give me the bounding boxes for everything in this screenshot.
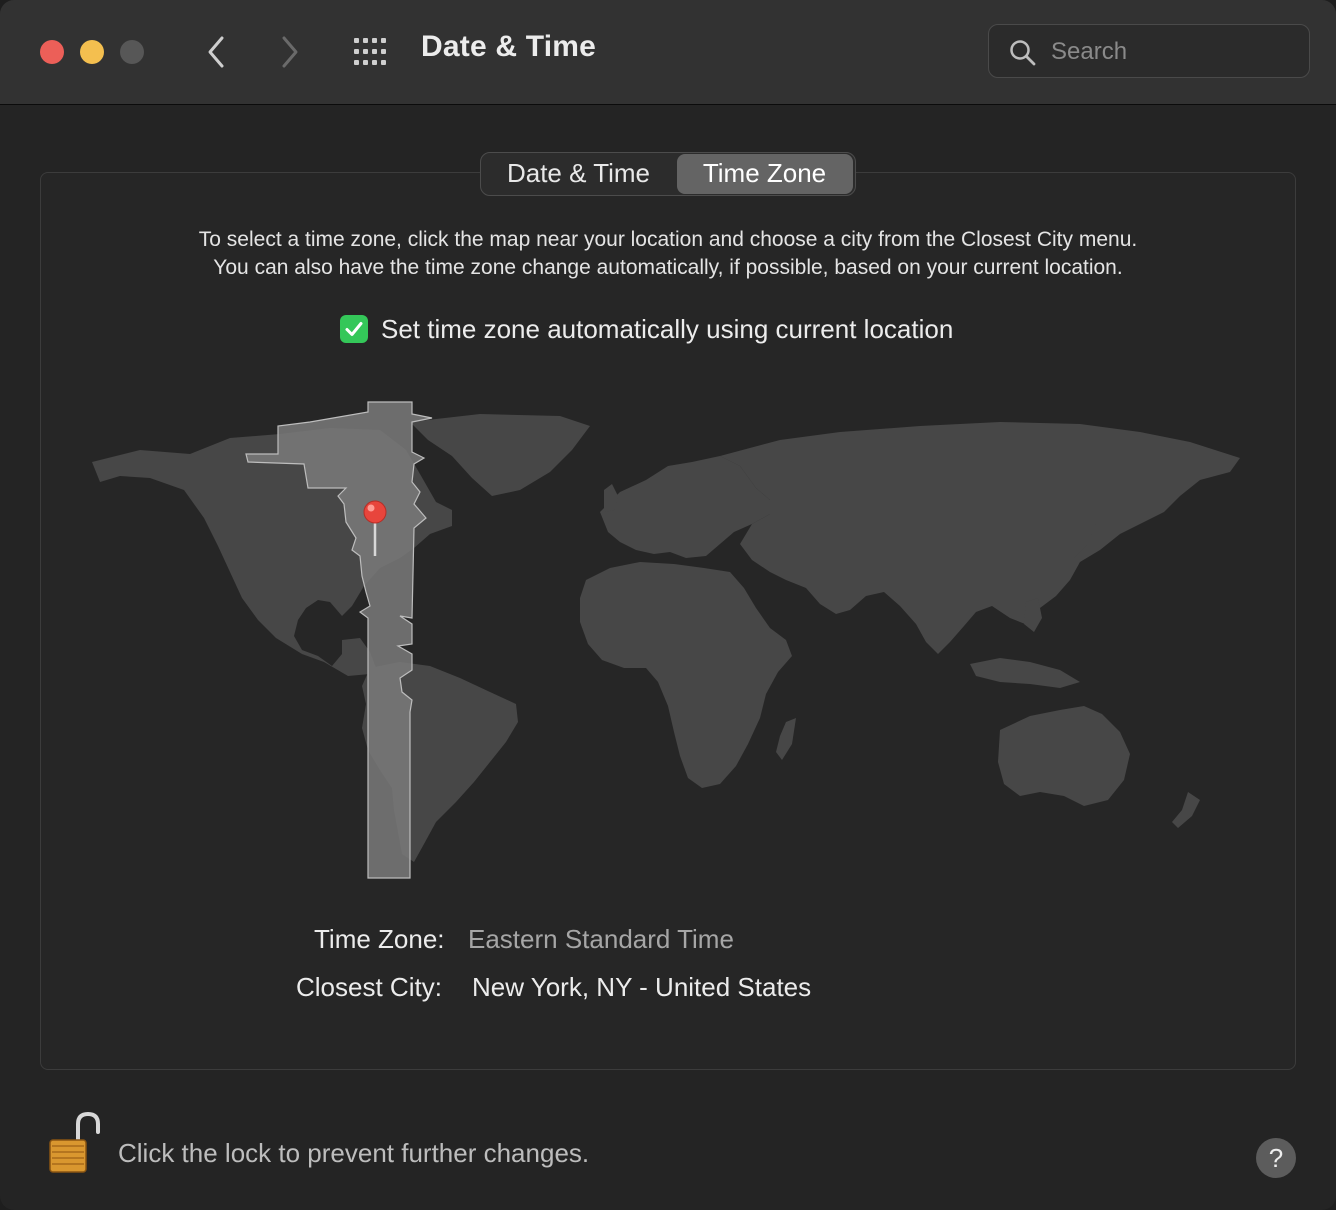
auto-timezone-checkbox[interactable]: Set time zone automatically using curren…	[340, 312, 953, 346]
system-preferences-window: Date & Time Date & Time Time Zone To sel…	[0, 0, 1336, 1210]
forward-button[interactable]	[270, 32, 310, 72]
instructions-text: To select a time zone, click the map nea…	[40, 226, 1296, 282]
instructions-line-1: To select a time zone, click the map nea…	[198, 228, 1138, 251]
lock-status-text: Click the lock to prevent further change…	[118, 1138, 590, 1168]
instructions-line-2: You can also have the time zone change a…	[213, 256, 1123, 279]
indonesia-shape	[970, 658, 1080, 688]
window-title: Date & Time	[421, 30, 597, 63]
search-input[interactable]	[1049, 35, 1293, 69]
grid-icon	[354, 38, 386, 65]
asia-shape	[720, 422, 1240, 654]
auto-timezone-label: Set time zone automatically using curren…	[381, 313, 954, 344]
closest-city-label: Closest City:	[296, 972, 442, 1002]
australia-shape	[998, 706, 1130, 806]
timezone-value: Eastern Standard Time	[468, 924, 734, 954]
search-field[interactable]	[988, 24, 1310, 78]
world-map[interactable]	[80, 392, 1260, 888]
zoom-window-button[interactable]	[120, 40, 144, 64]
tab-bar: Date & Time Time Zone	[480, 152, 856, 196]
help-button[interactable]: ?	[1256, 1138, 1296, 1178]
close-window-button[interactable]	[40, 40, 64, 64]
checkbox-checked[interactable]	[340, 315, 368, 343]
show-all-button[interactable]	[352, 36, 392, 68]
closest-city-popup[interactable]: New York, NY - United States	[472, 972, 811, 1003]
minimize-window-button[interactable]	[80, 40, 104, 64]
africa-shape	[580, 562, 792, 788]
tab-time-zone[interactable]: Time Zone	[676, 153, 853, 194]
search-icon	[1010, 40, 1036, 66]
new-zealand-shape	[1172, 792, 1200, 828]
lock-button[interactable]	[46, 1111, 102, 1176]
chevron-left-icon	[208, 36, 224, 68]
greenland-shape	[410, 414, 590, 496]
continents	[92, 414, 1240, 862]
timezone-label: Time Zone:	[314, 924, 445, 954]
chevron-right-icon	[282, 36, 298, 68]
back-button[interactable]	[196, 32, 236, 72]
tab-date-time[interactable]: Date & Time	[482, 154, 676, 194]
title-bar: Date & Time	[0, 0, 1336, 105]
madagascar-shape	[776, 718, 796, 760]
unlocked-padlock-icon	[49, 1111, 100, 1173]
checkmark-icon	[345, 322, 363, 336]
